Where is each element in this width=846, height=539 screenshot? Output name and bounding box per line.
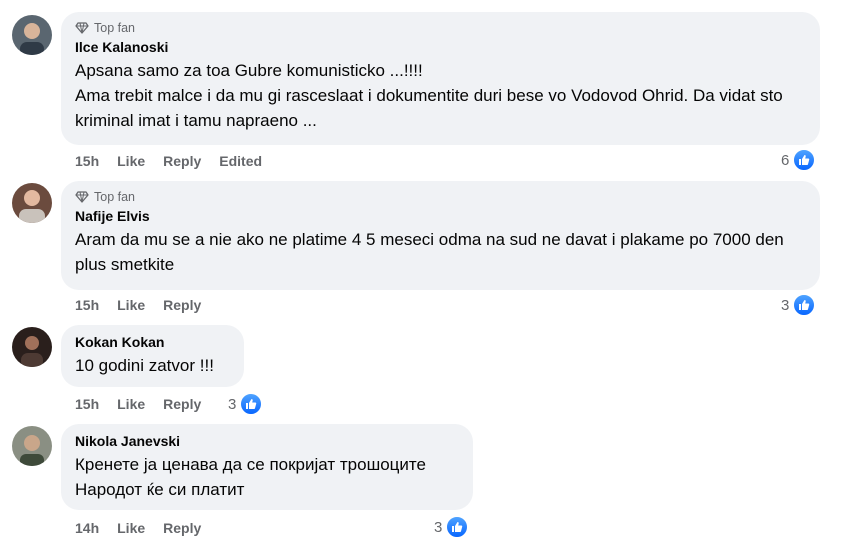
comment-timestamp[interactable]: 15h xyxy=(75,153,99,169)
diamond-icon xyxy=(75,191,89,203)
comment-bubble: Kokan Kokan 10 godini zatvor !!! xyxy=(61,325,244,387)
comment-bubble: Nikola Janevski Кренете ја ценава да се … xyxy=(61,424,473,510)
thumbs-up-icon xyxy=(792,293,817,317)
reply-button[interactable]: Reply xyxy=(163,297,201,313)
thumbs-up-icon xyxy=(792,148,817,172)
comment-text: 10 godini zatvor !!! xyxy=(75,356,214,375)
reply-button[interactable]: Reply xyxy=(163,520,201,536)
comment-bubble: Top fan Nafije Elvis Aram da mu se a nie… xyxy=(61,181,820,290)
reaction-count: 3 xyxy=(434,518,443,536)
thumbs-up-icon xyxy=(445,515,470,539)
comment-timestamp[interactable]: 15h xyxy=(75,297,99,313)
top-fan-badge: Top fan xyxy=(75,189,806,205)
comment-timestamp[interactable]: 14h xyxy=(75,520,99,536)
reaction-summary[interactable]: 3 xyxy=(434,515,470,539)
comment-actions: 14h Like Reply xyxy=(75,519,219,537)
avatar[interactable] xyxy=(12,426,52,466)
diamond-icon xyxy=(75,22,89,34)
like-button[interactable]: Like xyxy=(117,520,145,536)
comment-text: Кренете ја ценава да се покријат трошоци… xyxy=(75,455,426,499)
comment-author[interactable]: Ilce Kalanoski xyxy=(75,38,806,56)
comment-author[interactable]: Nikola Janevski xyxy=(75,432,459,450)
comment-text: Aram da mu se a nie ako ne platime 4 5 m… xyxy=(75,230,789,274)
comment-timestamp[interactable]: 15h xyxy=(75,396,99,412)
avatar[interactable] xyxy=(12,183,52,223)
reply-button[interactable]: Reply xyxy=(163,153,201,169)
comment-author[interactable]: Nafije Elvis xyxy=(75,207,806,225)
comment-actions: 15h Like Reply Edited xyxy=(75,152,280,170)
reaction-count: 6 xyxy=(781,151,790,169)
thumbs-up-icon xyxy=(239,392,264,416)
reply-button[interactable]: Reply xyxy=(163,396,201,412)
avatar[interactable] xyxy=(12,327,52,367)
edited-label[interactable]: Edited xyxy=(219,153,262,169)
badge-label: Top fan xyxy=(94,190,136,204)
reaction-count: 3 xyxy=(781,296,790,314)
comment-bubble: Top fan Ilce Kalanoski Apsana samo za to… xyxy=(61,12,820,145)
comment-actions: 15h Like Reply xyxy=(75,296,219,314)
badge-label: Top fan xyxy=(94,21,136,35)
reaction-count: 3 xyxy=(228,395,237,413)
reaction-summary[interactable]: 3 xyxy=(781,293,817,317)
like-button[interactable]: Like xyxy=(117,297,145,313)
comment-author[interactable]: Kokan Kokan xyxy=(75,333,230,351)
comment-actions: 15h Like Reply xyxy=(75,395,219,413)
like-button[interactable]: Like xyxy=(117,396,145,412)
avatar[interactable] xyxy=(12,15,52,55)
reaction-summary[interactable]: 6 xyxy=(781,148,817,172)
top-fan-badge: Top fan xyxy=(75,20,806,36)
comment-text: Apsana samo za toa Gubre komunisticko ..… xyxy=(75,61,783,130)
reaction-summary[interactable]: 3 xyxy=(228,392,264,416)
like-button[interactable]: Like xyxy=(117,153,145,169)
